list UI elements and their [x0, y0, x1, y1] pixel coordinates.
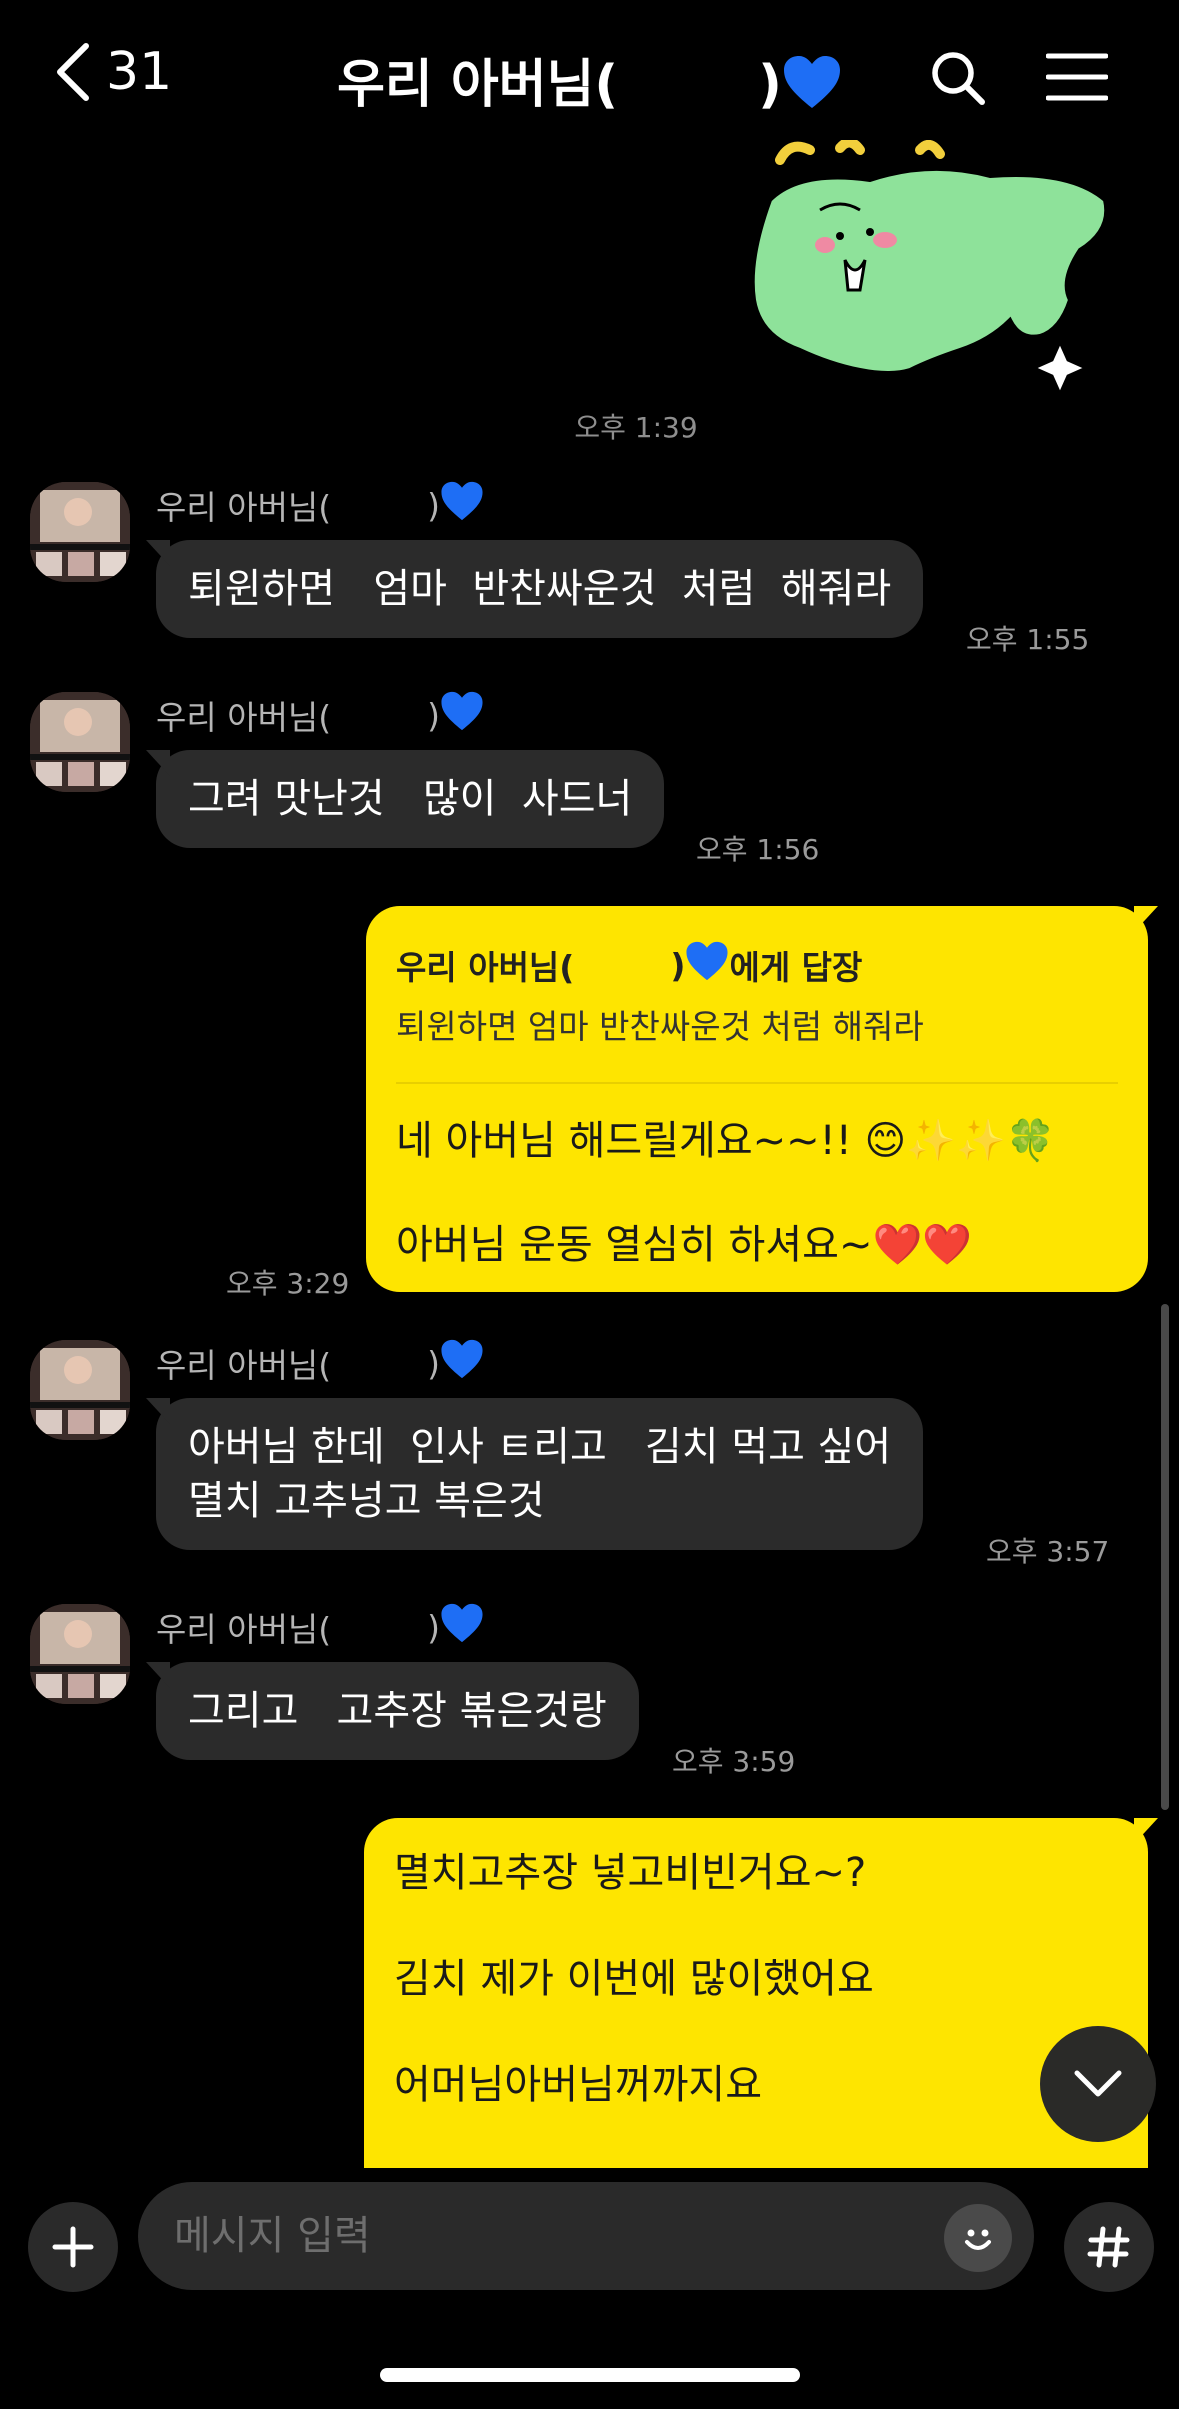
reply-header: 우리 아버님() 에게 답장	[396, 940, 1118, 990]
message-bubble[interactable]: 퇴윈하면 엄마 반찬싸운것 처럼 해줘라	[156, 540, 924, 638]
sender-name: 우리 아버님()	[156, 1338, 484, 1388]
hashtag-icon	[1087, 2226, 1130, 2268]
message-bubble[interactable]: 그리고 고추장 볶은것랑	[156, 1662, 639, 1760]
search-icon	[932, 52, 985, 105]
scrollbar[interactable]	[1161, 1304, 1169, 1810]
sticker-image[interactable]	[740, 137, 1110, 410]
message-bubble[interactable]: 아버님 한데 인사 ㅌ리고 김치 먹고 싶어 멸치 고추넝고 복은것	[156, 1398, 924, 1550]
message-line: 네 아버님 해드릴게요~~!! 😊✨✨🍀	[396, 1118, 1056, 1164]
message-line: 아버님 운동 열심히 하셔요~❤️❤️	[396, 1222, 973, 1268]
avatar[interactable]	[30, 692, 130, 792]
blue-heart-icon	[440, 690, 484, 740]
hashtag-button[interactable]	[1064, 2202, 1154, 2292]
divider	[396, 1082, 1118, 1084]
sender-name: 우리 아버님()	[156, 1602, 484, 1652]
blue-heart-icon	[440, 480, 484, 530]
avatar[interactable]	[30, 482, 130, 582]
avatar[interactable]	[30, 1340, 130, 1440]
message-time: 오후 1:56	[696, 833, 820, 866]
sender-name: 우리 아버님()	[156, 690, 484, 740]
profile-photo-icon	[30, 692, 130, 792]
reply-message-bubble[interactable]: 우리 아버님() 에게 답장 퇴윈하면 엄마 반찬싸운것 처럼 해줘라 네 아버…	[366, 906, 1148, 1292]
plus-icon	[52, 2226, 94, 2268]
message-bubble[interactable]: 멸치고추장 넣고비빈거요~? 김치 제가 이번에 많이했어요 어머님아버님꺼까지…	[364, 1818, 1148, 2168]
profile-photo-icon	[30, 1340, 130, 1440]
attach-button[interactable]	[28, 2202, 118, 2292]
message-time: 오후 1:39	[574, 411, 698, 444]
blue-heart-icon	[440, 1602, 484, 1652]
hamburger-menu-icon	[1045, 53, 1109, 101]
scroll-to-bottom-button[interactable]	[1040, 2026, 1156, 2142]
emoji-button[interactable]	[944, 2204, 1012, 2272]
avatar[interactable]	[30, 1604, 130, 1704]
search-button[interactable]	[928, 48, 988, 112]
message-time: 오후 1:55	[966, 623, 1090, 656]
message-line: 김치 제가 이번에 많이했어요	[394, 1956, 874, 2002]
blue-heart-icon	[685, 940, 729, 990]
smiley-icon	[965, 2229, 991, 2250]
message-time: 오후 3:59	[672, 1745, 796, 1778]
chevron-down-icon	[1074, 2070, 1122, 2097]
message-line: 어머님아버님꺼까지요	[394, 2062, 762, 2108]
blue-heart-icon	[440, 1338, 484, 1388]
profile-photo-icon	[30, 1604, 130, 1704]
message-bubble[interactable]: 그려 맛난것 많이 사드너	[156, 750, 665, 848]
menu-button[interactable]	[1045, 52, 1109, 106]
chat-header: 31 우리 아버님()	[0, 0, 1179, 150]
reply-quote[interactable]: 퇴윈하면 엄마 반찬싸운것 처럼 해줘라	[396, 1000, 1118, 1048]
message-time: 오후 3:57	[986, 1535, 1110, 1568]
blue-heart-icon	[782, 54, 842, 123]
message-input-bar	[0, 2168, 1179, 2409]
profile-photo-icon	[30, 482, 130, 582]
message-line: 멸치고추장 넣고비빈거요~?	[394, 1850, 867, 1896]
sender-name: 우리 아버님()	[156, 480, 484, 530]
green-blob-sticker-icon	[750, 137, 1109, 398]
home-indicator[interactable]	[380, 2368, 800, 2382]
message-input[interactable]	[138, 2182, 1034, 2290]
chat-title[interactable]: 우리 아버님()	[0, 42, 1179, 123]
message-time: 오후 3:29	[226, 1267, 350, 1300]
